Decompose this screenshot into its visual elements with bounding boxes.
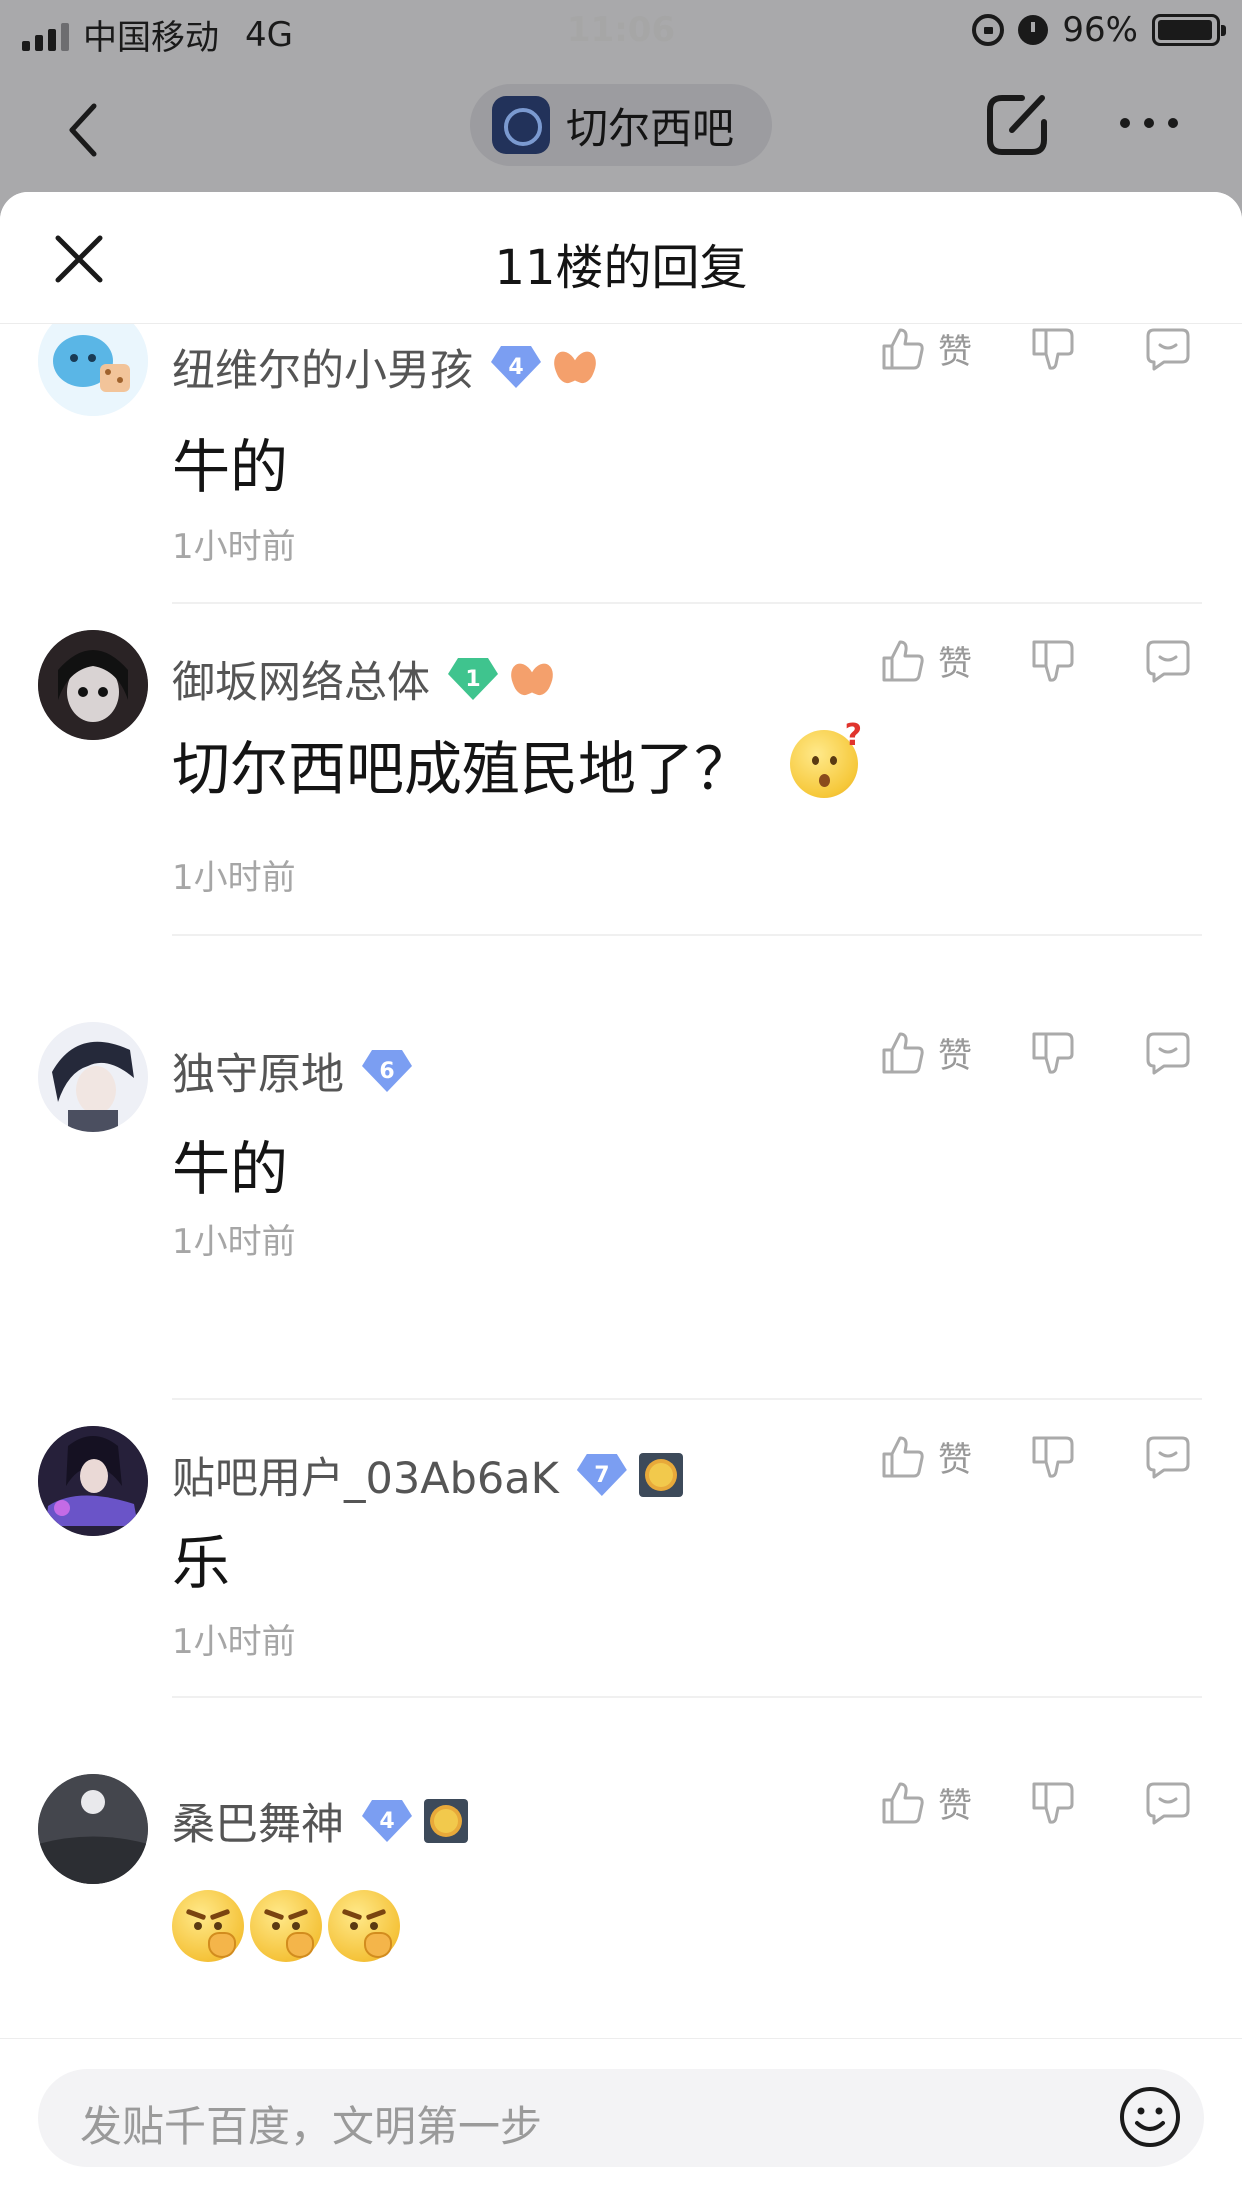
sheet-header: 11楼的回复 bbox=[0, 192, 1242, 324]
avatar[interactable] bbox=[38, 324, 148, 416]
avatar[interactable] bbox=[38, 630, 148, 740]
reply-content: 牛的 bbox=[172, 1135, 289, 1203]
reply-item: 桑巴舞神 4 赞 bbox=[0, 1772, 1242, 2038]
thumbs-up-icon bbox=[882, 1782, 924, 1823]
avatar[interactable] bbox=[38, 1426, 148, 1536]
divider bbox=[172, 1696, 1202, 1698]
angry-face-emoji-icon bbox=[328, 1890, 400, 1962]
comment-icon[interactable] bbox=[1144, 638, 1192, 684]
like-button[interactable]: 赞 bbox=[880, 636, 972, 685]
rotation-lock-icon bbox=[972, 14, 1005, 46]
username-row: 桑巴舞神 4 bbox=[172, 1790, 468, 1852]
reply-content: 牛的 bbox=[172, 433, 289, 501]
reply-content: 切尔西吧成殖民地了？ bbox=[172, 735, 753, 803]
level-badge: 4 bbox=[362, 1800, 412, 1842]
angry-face-emoji-icon bbox=[172, 1890, 244, 1962]
battery-percent: 96% bbox=[1062, 10, 1138, 50]
emoji-icon[interactable] bbox=[1118, 2085, 1182, 2149]
reply-content-row: 切尔西吧成殖民地了？ ? bbox=[172, 718, 862, 806]
thumbs-down-icon[interactable] bbox=[1030, 638, 1076, 684]
reply-actions: 赞 bbox=[880, 1778, 1192, 1827]
avatar-image bbox=[38, 1774, 148, 1884]
level-badge: 4 bbox=[491, 346, 541, 388]
more-icon[interactable] bbox=[1120, 118, 1178, 128]
level-badge: 6 bbox=[362, 1050, 412, 1092]
status-bar: 中国移动 4G 11:06 96% bbox=[0, 0, 1242, 62]
username-row: 纽维尔的小男孩 4 bbox=[172, 336, 597, 398]
username[interactable]: 独守原地 bbox=[172, 1040, 344, 1102]
like-button[interactable]: 赞 bbox=[880, 1028, 972, 1077]
reply-item: 纽维尔的小男孩 4 赞 牛的 1小时前 bbox=[0, 324, 1242, 604]
reply-actions: 赞 bbox=[880, 324, 1192, 373]
level-badge: 1 bbox=[448, 658, 498, 700]
edit-icon[interactable] bbox=[982, 90, 1052, 160]
reply-actions: 赞 bbox=[880, 1028, 1192, 1077]
like-label: 赞 bbox=[938, 644, 972, 684]
avatar-image bbox=[38, 630, 148, 740]
forum-avatar bbox=[492, 96, 550, 154]
username[interactable]: 桑巴舞神 bbox=[172, 1790, 344, 1852]
like-label: 赞 bbox=[938, 332, 972, 372]
username[interactable]: 贴吧用户_03Ab6aK bbox=[172, 1444, 559, 1506]
thumbs-up-icon bbox=[882, 1436, 924, 1477]
username-row: 贴吧用户_03Ab6aK 7 bbox=[172, 1444, 683, 1506]
compose-bar: 发贴千百度，文明第一步 bbox=[0, 2038, 1242, 2208]
flower-badge-icon bbox=[510, 659, 554, 699]
username[interactable]: 御坂网络总体 bbox=[172, 648, 430, 710]
compose-placeholder: 发贴千百度，文明第一步 bbox=[80, 2102, 543, 2151]
reply-content: 乐 bbox=[172, 1529, 231, 1597]
level-badge: 7 bbox=[576, 1454, 627, 1496]
confused-face-emoji-icon: ? bbox=[790, 718, 862, 798]
like-button[interactable]: 赞 bbox=[880, 324, 972, 373]
thumbs-down-icon[interactable] bbox=[1030, 1780, 1076, 1826]
comment-icon[interactable] bbox=[1144, 1434, 1192, 1480]
reply-time: 1小时前 bbox=[172, 527, 296, 567]
forum-pill[interactable]: 切尔西吧 bbox=[470, 84, 772, 166]
reply-item: 独守原地 6 赞 牛的 1小时前 bbox=[0, 936, 1242, 1286]
angry-face-emoji-icon bbox=[250, 1890, 322, 1962]
like-button[interactable]: 赞 bbox=[880, 1778, 972, 1827]
reply-time: 1小时前 bbox=[172, 1222, 296, 1262]
like-label: 赞 bbox=[938, 1440, 972, 1480]
thumbs-down-icon[interactable] bbox=[1030, 326, 1076, 372]
like-label: 赞 bbox=[938, 1036, 972, 1076]
username[interactable]: 纽维尔的小男孩 bbox=[172, 336, 473, 398]
avatar-image bbox=[38, 1426, 148, 1536]
avatar-image bbox=[38, 1022, 148, 1132]
alarm-icon bbox=[1018, 15, 1049, 45]
comment-icon[interactable] bbox=[1144, 1030, 1192, 1076]
forum-name: 切尔西吧 bbox=[566, 103, 735, 153]
reply-content-row bbox=[172, 1890, 406, 1962]
username-row: 独守原地 6 bbox=[172, 1040, 412, 1102]
back-icon[interactable] bbox=[62, 100, 106, 160]
reply-item: 贴吧用户_03Ab6aK 7 赞 乐 1小时前 bbox=[0, 1400, 1242, 1772]
reply-list[interactable]: 纽维尔的小男孩 4 赞 牛的 1小时前 御坂网络总体 1 赞 切尔西吧成殖民地了… bbox=[0, 324, 1242, 2038]
battery-icon bbox=[1152, 14, 1226, 46]
comment-icon[interactable] bbox=[1144, 326, 1192, 372]
thumbs-down-icon[interactable] bbox=[1030, 1030, 1076, 1076]
like-button[interactable]: 赞 bbox=[880, 1432, 972, 1481]
avatar-image bbox=[38, 324, 148, 416]
sun-badge-icon bbox=[638, 1453, 683, 1497]
reply-time: 1小时前 bbox=[172, 1622, 296, 1662]
thumbs-up-icon bbox=[882, 328, 924, 369]
nav-bar: 切尔西吧 bbox=[0, 62, 1242, 192]
avatar[interactable] bbox=[38, 1774, 148, 1884]
thumbs-up-icon bbox=[882, 1032, 924, 1073]
reply-time: 1小时前 bbox=[172, 858, 296, 898]
sheet-title: 11楼的回复 bbox=[494, 240, 748, 296]
status-right: 96% bbox=[972, 10, 1226, 50]
like-label: 赞 bbox=[938, 1786, 972, 1826]
comment-icon[interactable] bbox=[1144, 1780, 1192, 1826]
avatar[interactable] bbox=[38, 1022, 148, 1132]
thumbs-down-icon[interactable] bbox=[1030, 1434, 1076, 1480]
reply-actions: 赞 bbox=[880, 636, 1192, 685]
sun-badge-icon bbox=[424, 1799, 468, 1843]
username-row: 御坂网络总体 1 bbox=[172, 648, 554, 710]
reply-actions: 赞 bbox=[880, 1432, 1192, 1481]
reply-sheet: 11楼的回复 纽维尔的小男孩 4 赞 牛的 1小时前 御坂网络总体 1 赞 切尔… bbox=[0, 192, 1242, 2208]
flower-badge-icon bbox=[553, 347, 597, 387]
thumbs-up-icon bbox=[882, 640, 924, 681]
compose-input[interactable]: 发贴千百度，文明第一步 bbox=[38, 2069, 1204, 2167]
